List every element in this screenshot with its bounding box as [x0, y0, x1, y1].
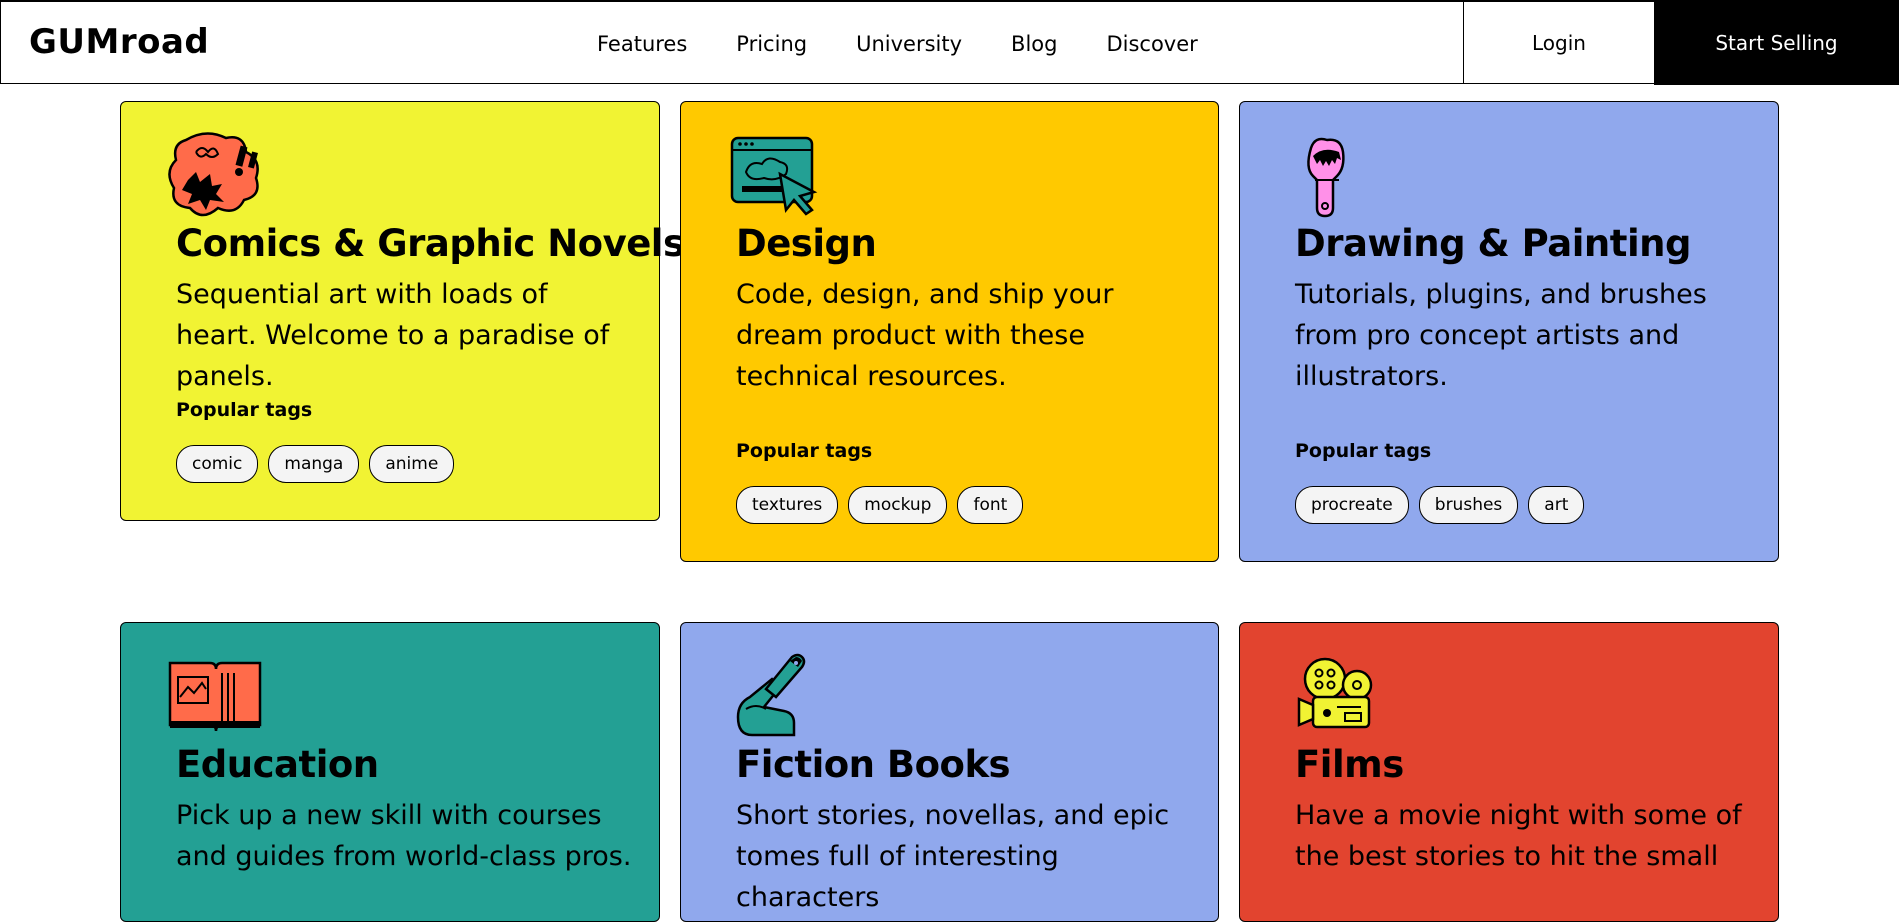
open-book-icon	[166, 651, 266, 741]
category-card-comics[interactable]: Comics & Graphic Novels Sequential art w…	[120, 101, 685, 521]
gumroad-logo[interactable]: GUMroad	[29, 20, 217, 71]
comic-speech-bubble-icon	[166, 130, 266, 220]
tag-manga[interactable]: manga	[268, 445, 360, 483]
category-card-education[interactable]: Education Pick up a new skill with cours…	[120, 622, 660, 922]
category-title: Education	[176, 743, 379, 786]
category-title: Films	[1295, 743, 1404, 786]
tag-list: textures mockup font	[736, 486, 1033, 524]
nav-pricing[interactable]: Pricing	[736, 24, 807, 64]
popular-tags-label: Popular tags	[1295, 440, 1432, 462]
film-projector-icon	[1285, 651, 1385, 741]
main-nav: Features Pricing University Blog Discove…	[597, 24, 1247, 64]
gumroad-logo-wordmark: GUMroad	[29, 22, 209, 62]
login-button[interactable]: Login	[1463, 2, 1654, 83]
svg-text:GUMroad: GUMroad	[29, 22, 209, 60]
category-description: Tutorials, plugins, and brushes from pro…	[1295, 279, 1707, 392]
tag-mockup[interactable]: mockup	[848, 486, 948, 524]
design-window-cursor-icon	[726, 130, 826, 220]
tag-procreate[interactable]: procreate	[1295, 486, 1409, 524]
category-card-films[interactable]: Films Have a movie night with some of th…	[1239, 622, 1779, 922]
nav-features[interactable]: Features	[597, 24, 687, 64]
category-title: Design	[736, 222, 877, 265]
category-title: Fiction Books	[736, 743, 1011, 786]
hand-writing-pen-icon	[726, 651, 826, 741]
top-nav-bar: GUMroad Features Pricing University Blog…	[0, 0, 1899, 85]
tag-anime[interactable]: anime	[369, 445, 455, 483]
paintbrush-icon	[1285, 130, 1385, 220]
tag-brushes[interactable]: brushes	[1418, 486, 1519, 524]
category-description: Code, design, and ship your dream produc…	[736, 279, 1114, 392]
category-card-fiction-books[interactable]: Fiction Books Short stories, novellas, a…	[680, 622, 1219, 922]
tag-font[interactable]: font	[957, 486, 1024, 524]
category-description: Pick up a new skill with courses and gui…	[176, 800, 632, 872]
start-selling-button[interactable]: Start Selling	[1654, 0, 1899, 85]
tag-textures[interactable]: textures	[736, 486, 839, 524]
tag-comic[interactable]: comic	[176, 445, 259, 483]
category-description: Have a movie night with some of the best…	[1295, 800, 1742, 872]
tag-art[interactable]: art	[1528, 486, 1585, 524]
tag-list: comic manga anime	[176, 445, 464, 483]
category-description: Sequential art with loads of heart. Welc…	[176, 279, 610, 392]
category-title: Comics & Graphic Novels	[176, 222, 685, 265]
popular-tags-label: Popular tags	[736, 440, 873, 462]
tag-list: procreate brushes art	[1295, 486, 1594, 524]
nav-discover[interactable]: Discover	[1106, 24, 1197, 64]
nav-university[interactable]: University	[856, 24, 962, 64]
nav-blog[interactable]: Blog	[1011, 24, 1057, 64]
category-description: Short stories, novellas, and epic tomes …	[736, 800, 1170, 913]
category-card-design[interactable]: Design Code, design, and ship your dream…	[680, 101, 1219, 562]
popular-tags-label: Popular tags	[176, 399, 313, 421]
category-card-drawing-painting[interactable]: Drawing & Painting Tutorials, plugins, a…	[1239, 101, 1779, 562]
category-title: Drawing & Painting	[1295, 222, 1691, 265]
